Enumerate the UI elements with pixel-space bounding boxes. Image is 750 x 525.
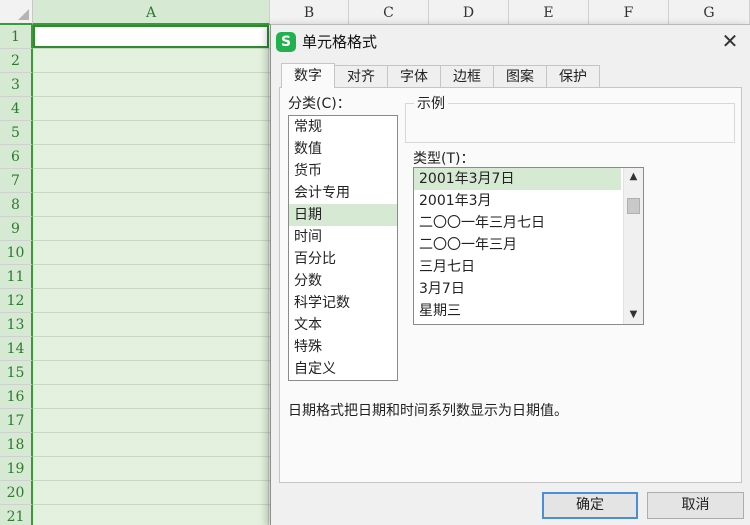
row-header[interactable]: 13 xyxy=(0,313,33,337)
row-header[interactable]: 3 xyxy=(0,73,33,97)
row-header[interactable]: 18 xyxy=(0,433,33,457)
type-item[interactable]: 星期三 xyxy=(414,300,621,322)
category-label: 分类(C)： xyxy=(288,96,351,112)
type-item[interactable]: 2001年3月7日 xyxy=(414,168,621,190)
category-item[interactable]: 文本 xyxy=(289,314,397,336)
cell[interactable] xyxy=(33,241,269,264)
format-cells-dialog: S 单元格格式 ✕ 数字 对齐 字体 边框 图案 保护 分类(C)： 常规 数值货… xyxy=(270,24,750,525)
row-header[interactable]: 20 xyxy=(0,481,33,505)
scroll-up-icon[interactable]: ▲ xyxy=(624,168,643,186)
row-header[interactable]: 6 xyxy=(0,145,33,169)
tab-font[interactable]: 字体 xyxy=(387,65,441,88)
category-item[interactable]: 分数 xyxy=(289,270,397,292)
row-header[interactable]: 4 xyxy=(0,97,33,121)
tab-number[interactable]: 数字 xyxy=(281,63,335,88)
tab-pattern[interactable]: 图案 xyxy=(493,65,547,88)
tab-strip: 数字 对齐 字体 边框 图案 保护 xyxy=(281,63,600,88)
dialog-title: 单元格格式 xyxy=(302,33,378,51)
row-headers: 1 2 3 4 5 6 7 8 9 10 11 12 13 14 15 16 17 18 19 20 21 xyxy=(0,25,33,525)
cell[interactable] xyxy=(33,457,269,480)
category-item[interactable]: 自定义 xyxy=(289,358,397,380)
row-header[interactable]: 1 xyxy=(0,25,33,49)
ok-button[interactable]: 确定 xyxy=(542,492,638,519)
cell[interactable] xyxy=(33,385,269,408)
sample-label: 示例 xyxy=(414,93,448,113)
scroll-down-icon[interactable]: ▼ xyxy=(624,306,643,324)
cell[interactable] xyxy=(33,265,269,288)
sample-group xyxy=(405,103,735,143)
column-header-e[interactable]: E xyxy=(509,0,589,25)
cell[interactable] xyxy=(33,97,269,120)
row-header[interactable]: 21 xyxy=(0,505,33,525)
cell[interactable] xyxy=(33,121,269,144)
cell[interactable] xyxy=(33,217,269,240)
cancel-button[interactable]: 取消 xyxy=(647,492,744,519)
type-list-scrollbar[interactable]: ▲ ▼ xyxy=(623,168,643,324)
active-cell[interactable] xyxy=(33,25,269,48)
category-item[interactable]: 常规 xyxy=(289,116,397,138)
row-header[interactable]: 5 xyxy=(0,121,33,145)
column-header-c[interactable]: C xyxy=(349,0,429,25)
row-header[interactable]: 12 xyxy=(0,289,33,313)
cell[interactable] xyxy=(33,193,269,216)
type-item[interactable]: 3月7日 xyxy=(414,278,621,300)
column-header-g[interactable]: G xyxy=(669,0,750,25)
type-item[interactable]: 2001年3月 xyxy=(414,190,621,212)
select-all-triangle-icon xyxy=(18,9,29,20)
tab-alignment[interactable]: 对齐 xyxy=(334,65,388,88)
category-item[interactable]: 会计专用 xyxy=(289,182,397,204)
tab-border[interactable]: 边框 xyxy=(440,65,494,88)
row-header[interactable]: 2 xyxy=(0,49,33,73)
row-header[interactable]: 7 xyxy=(0,169,33,193)
wps-spreadsheet-icon: S xyxy=(276,32,296,52)
cell[interactable] xyxy=(33,337,269,360)
type-item[interactable]: 二〇〇一年三月 xyxy=(414,234,621,256)
category-item[interactable]: 特殊 xyxy=(289,336,397,358)
type-item[interactable]: 三月七日 xyxy=(414,256,621,278)
category-item[interactable]: 货币 xyxy=(289,160,397,182)
cell[interactable] xyxy=(33,361,269,384)
close-icon[interactable]: ✕ xyxy=(717,29,743,53)
cell[interactable] xyxy=(33,313,269,336)
category-item[interactable]: 数值 xyxy=(289,138,397,160)
category-item[interactable]: 科学记数 xyxy=(289,292,397,314)
category-item[interactable]: 日期 xyxy=(289,204,397,226)
type-items: 2001年3月7日 2001年3月 二〇〇一年三月七日 二〇〇一年三月 三月七日 3月7日… xyxy=(414,168,643,322)
type-label: 类型(T)： xyxy=(413,151,475,167)
select-all-corner[interactable] xyxy=(0,0,33,25)
row-header[interactable]: 14 xyxy=(0,337,33,361)
category-item[interactable]: 时间 xyxy=(289,226,397,248)
cell[interactable] xyxy=(33,505,269,525)
row-header[interactable]: 9 xyxy=(0,217,33,241)
category-list[interactable]: 常规 数值 货币 会计专用 日期 时间 百分比 分数 科学记数 文本 特殊 自定义 xyxy=(288,115,398,381)
dialog-titlebar[interactable]: S 单元格格式 ✕ xyxy=(271,25,750,57)
type-list[interactable]: 2001年3月7日 2001年3月 二〇〇一年三月七日 二〇〇一年三月 三月七日 3月7日… xyxy=(413,167,644,325)
row-header[interactable]: 11 xyxy=(0,265,33,289)
row-header[interactable]: 17 xyxy=(0,409,33,433)
row-header[interactable]: 8 xyxy=(0,193,33,217)
tab-protection[interactable]: 保护 xyxy=(546,65,600,88)
column-header-b[interactable]: B xyxy=(270,0,349,25)
cell[interactable] xyxy=(33,73,269,96)
cell[interactable] xyxy=(33,49,269,72)
row-header[interactable]: 16 xyxy=(0,385,33,409)
cell[interactable] xyxy=(33,481,269,504)
type-item[interactable]: 二〇〇一年三月七日 xyxy=(414,212,621,234)
column-header-a[interactable]: A xyxy=(33,0,270,25)
cell[interactable] xyxy=(33,145,269,168)
column-header-d[interactable]: D xyxy=(429,0,509,25)
row-header[interactable]: 10 xyxy=(0,241,33,265)
column-header-f[interactable]: F xyxy=(589,0,669,25)
category-item[interactable]: 百分比 xyxy=(289,248,397,270)
cell[interactable] xyxy=(33,289,269,312)
row-header[interactable]: 19 xyxy=(0,457,33,481)
format-description: 日期格式把日期和时间系列数显示为日期值。 xyxy=(288,403,568,419)
cell[interactable] xyxy=(33,169,269,192)
number-tab-panel: 分类(C)： 常规 数值 货币 会计专用 日期 时间 百分比 分数 科学记数 文本 特殊 自定义 示例… xyxy=(279,87,742,483)
scrollbar-thumb[interactable] xyxy=(627,198,640,214)
cell[interactable] xyxy=(33,433,269,456)
row-header[interactable]: 15 xyxy=(0,361,33,385)
cell[interactable] xyxy=(33,409,269,432)
